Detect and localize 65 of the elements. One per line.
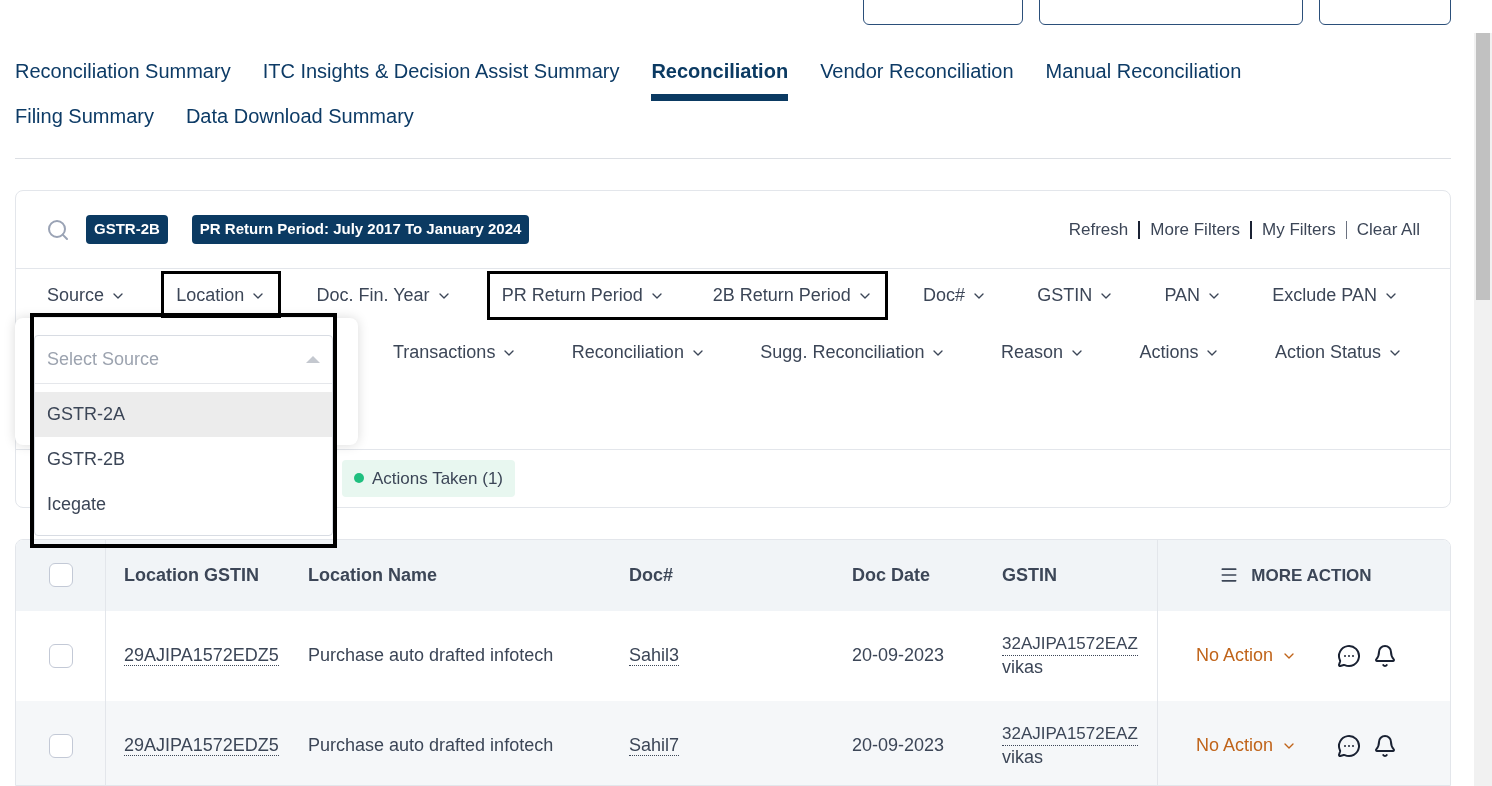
- table-cell: vikas: [1002, 745, 1043, 769]
- filter-dropdown[interactable]: Location: [168, 274, 275, 318]
- table-cell-text: 20-09-2023: [852, 644, 946, 668]
- filter-action-link[interactable]: More Filters: [1150, 217, 1240, 243]
- tab[interactable]: Data Download Summary: [185, 97, 414, 143]
- checkbox[interactable]: [48, 563, 73, 588]
- filter-action-link[interactable]: My Filters: [1262, 217, 1336, 243]
- bell-icon[interactable]: [1373, 643, 1398, 668]
- table-link[interactable]: 32AJIPA1572EAZ: [1002, 723, 1138, 746]
- action-dropdown[interactable]: No Action: [1196, 732, 1298, 760]
- tab[interactable]: ITC Insights & Decision Assist Summary: [262, 52, 620, 98]
- table-cell-text: Purchase auto drafted infotech: [308, 734, 555, 758]
- column-header: Location Name: [308, 563, 439, 587]
- filter-chip: PR Return Period: July 2017 To January 2024: [191, 215, 530, 244]
- filter-action-link[interactable]: Clear All: [1356, 217, 1420, 243]
- scrollbar-thumb[interactable]: [1476, 33, 1490, 300]
- status-chip[interactable]: Actions Taken (1): [342, 459, 516, 498]
- tab[interactable]: Reconciliation: [651, 52, 789, 98]
- outline-button[interactable]: [863, 0, 1023, 25]
- column-header: GSTIN: [1002, 563, 1058, 587]
- filter-dropdown[interactable]: Transactions: [385, 331, 526, 375]
- table-link[interactable]: 29AJIPA1572EDZ5: [124, 735, 279, 757]
- outline-button[interactable]: [1039, 0, 1303, 25]
- filter-dropdown[interactable]: Exclude PAN: [1264, 274, 1407, 318]
- filter-dropdown[interactable]: GSTIN: [1029, 274, 1123, 318]
- filter-dropdown[interactable]: Action Status: [1266, 331, 1411, 375]
- table-link[interactable]: 32AJIPA1572EAZ: [1002, 633, 1138, 656]
- filter-dropdown[interactable]: Sugg. Reconciliation: [752, 331, 955, 375]
- table-cell-text: Purchase auto drafted infotech: [308, 644, 555, 668]
- filter-dropdown[interactable]: Reason: [992, 331, 1093, 375]
- filter-dropdown[interactable]: Actions: [1131, 331, 1229, 375]
- action-dropdown[interactable]: No Action: [1196, 642, 1298, 670]
- more-action-header[interactable]: MORE ACTION: [1219, 562, 1372, 589]
- table-cell: vikas: [1002, 655, 1043, 679]
- filter-dropdown[interactable]: Source: [39, 274, 135, 318]
- caret-up-icon: [306, 356, 320, 363]
- dropdown-option[interactable]: GSTR-2A: [35, 392, 332, 437]
- column-header: Location GSTIN: [123, 563, 260, 587]
- filter-dropdown[interactable]: Doc. Fin. Year: [308, 274, 460, 318]
- filter-action-link[interactable]: Refresh: [1068, 217, 1129, 243]
- tab[interactable]: Reconciliation Summary: [15, 52, 231, 98]
- checkbox[interactable]: [48, 733, 73, 758]
- column-header: Doc Date: [852, 563, 932, 587]
- comment-icon[interactable]: [1337, 733, 1362, 758]
- table-link[interactable]: Sahil3: [629, 645, 680, 667]
- filter-dropdown[interactable]: Reconciliation: [563, 331, 714, 375]
- filter-dropdown[interactable]: PR Return Period: [493, 274, 673, 318]
- filter-dropdown[interactable]: 2B Return Period: [704, 274, 881, 318]
- filter-dropdown[interactable]: Doc#: [915, 274, 996, 318]
- tab[interactable]: Manual Reconciliation: [1045, 52, 1242, 98]
- tab[interactable]: Filing Summary: [15, 97, 154, 143]
- table-cell-text: 20-09-2023: [852, 734, 946, 758]
- filter-dropdown[interactable]: PAN: [1156, 274, 1231, 318]
- checkbox[interactable]: [48, 643, 73, 668]
- source-select[interactable]: Select Source GSTR-2A GSTR-2B Icegate: [34, 335, 333, 536]
- scrollbar[interactable]: [1474, 33, 1492, 786]
- bell-icon[interactable]: [1373, 733, 1398, 758]
- comment-icon[interactable]: [1337, 643, 1362, 668]
- outline-button[interactable]: [1319, 0, 1451, 25]
- filter-chip: GSTR-2B: [86, 215, 168, 244]
- select-placeholder: Select Source: [47, 348, 160, 371]
- table-link[interactable]: Sahil7: [629, 735, 680, 757]
- tab[interactable]: Vendor Reconciliation: [820, 52, 1014, 98]
- table-link[interactable]: 29AJIPA1572EDZ5: [124, 645, 279, 667]
- column-header: Doc#: [629, 563, 674, 587]
